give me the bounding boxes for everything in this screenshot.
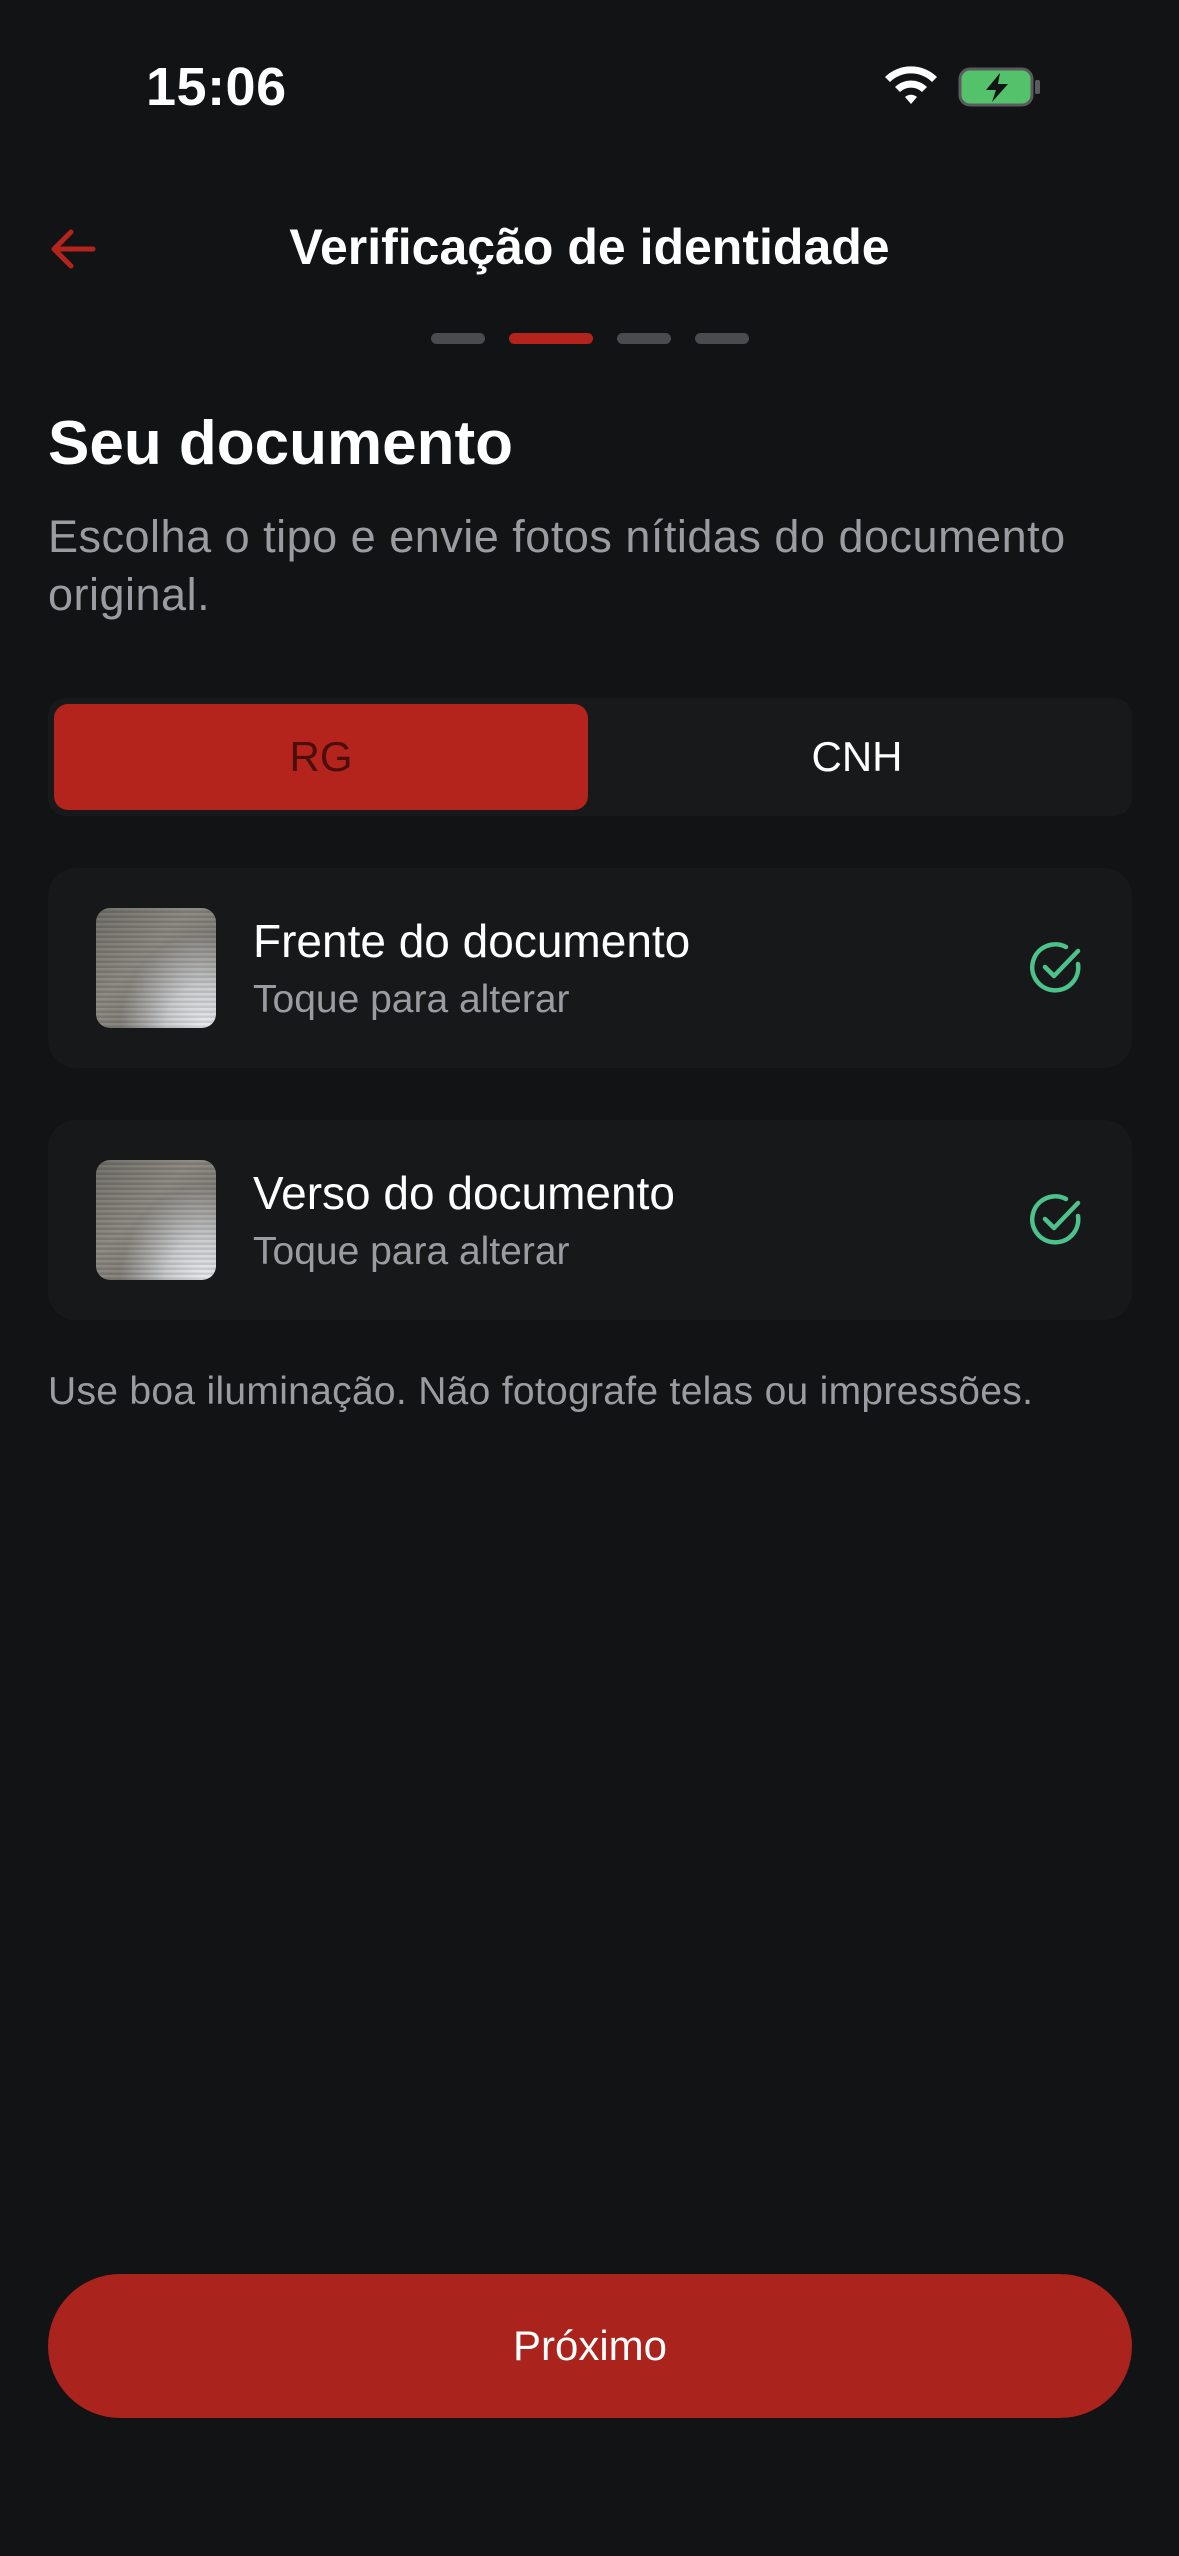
step-progress	[0, 333, 1179, 345]
check-circle-icon	[1029, 1194, 1081, 1245]
status-time: 15:06	[146, 57, 287, 117]
progress-step-2	[509, 333, 593, 344]
document-type-cnh-button[interactable]: CNH	[590, 704, 1124, 810]
page-title: Verificação de identidade	[289, 219, 890, 275]
document-type-rg-button[interactable]: RG	[54, 704, 588, 810]
document-back-subtitle: Toque para alterar	[253, 1230, 570, 1273]
document-type-selector: RG CNH	[48, 698, 1132, 816]
progress-step-3	[617, 333, 671, 344]
document-back-thumbnail	[96, 1160, 216, 1280]
document-front-title: Frente do documento	[253, 915, 691, 967]
status-bar: 15:06	[0, 0, 1179, 150]
document-back-card[interactable]: Verso do documento Toque para alterar	[48, 1120, 1132, 1320]
section-subtitle: Escolha o tipo e envie fotos nítidas do …	[48, 511, 1066, 620]
section-title: Seu documento	[48, 409, 514, 478]
document-back-title: Verso do documento	[253, 1167, 675, 1219]
document-front-card[interactable]: Frente do documento Toque para alterar	[48, 868, 1132, 1068]
wifi-icon	[885, 66, 937, 104]
photo-hint: Use boa iluminação. Não fotografe telas …	[48, 1370, 1034, 1413]
next-button[interactable]: Próximo	[48, 2274, 1132, 2418]
check-circle-icon	[1029, 942, 1081, 993]
battery-charging-icon	[958, 67, 1040, 107]
document-front-subtitle: Toque para alterar	[253, 978, 570, 1021]
progress-step-1	[431, 333, 485, 344]
document-front-thumbnail	[96, 908, 216, 1028]
progress-step-4	[695, 333, 749, 344]
